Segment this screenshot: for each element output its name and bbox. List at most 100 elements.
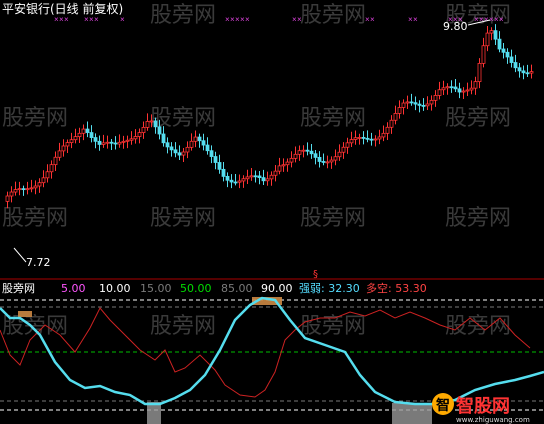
candle bbox=[353, 137, 358, 140]
candle bbox=[389, 119, 394, 128]
candle bbox=[465, 89, 470, 92]
candle bbox=[177, 152, 182, 156]
candle bbox=[321, 161, 326, 163]
candle bbox=[525, 72, 530, 75]
candle bbox=[365, 137, 370, 140]
candle bbox=[21, 188, 26, 191]
candle bbox=[473, 81, 478, 89]
candle bbox=[197, 136, 202, 142]
level-label: 15.00 bbox=[140, 282, 172, 295]
candle bbox=[357, 137, 362, 139]
candle bbox=[89, 132, 94, 138]
candle bbox=[413, 102, 418, 105]
candle bbox=[73, 136, 78, 141]
candle bbox=[33, 185, 38, 189]
candle bbox=[109, 141, 114, 144]
candle bbox=[9, 191, 14, 197]
signal-marker: × bbox=[94, 15, 99, 24]
candle bbox=[397, 107, 402, 114]
candle bbox=[81, 128, 86, 134]
candle bbox=[501, 48, 506, 53]
candle bbox=[325, 161, 330, 164]
candle bbox=[41, 177, 46, 184]
site-logo: 智 智股网 www.zhiguwang.com bbox=[432, 393, 530, 424]
candle bbox=[65, 142, 70, 147]
candle bbox=[185, 146, 190, 153]
candle bbox=[421, 104, 426, 107]
candle bbox=[277, 165, 282, 172]
signal-marker: × bbox=[120, 15, 125, 24]
svg-text:智股网: 智股网 bbox=[456, 395, 510, 417]
level-label: 50.00 bbox=[180, 282, 212, 295]
candle bbox=[317, 156, 322, 162]
level-label: 5.00 bbox=[61, 282, 86, 295]
candle bbox=[117, 141, 122, 145]
candle bbox=[257, 175, 262, 179]
candle bbox=[297, 150, 302, 155]
candle bbox=[137, 132, 142, 137]
candle bbox=[369, 138, 374, 141]
level-label: 10.00 bbox=[99, 282, 131, 295]
signal-marker: × bbox=[370, 15, 375, 24]
candle bbox=[301, 149, 306, 152]
candle bbox=[509, 56, 514, 63]
candle bbox=[189, 140, 194, 148]
candle bbox=[45, 171, 50, 179]
candle bbox=[377, 136, 382, 140]
level-label: 85.00 bbox=[221, 282, 253, 295]
candle bbox=[97, 140, 102, 145]
watermark: 股旁网 bbox=[150, 206, 216, 231]
candle bbox=[237, 180, 242, 183]
candle bbox=[485, 32, 490, 47]
level-label: 90.00 bbox=[261, 282, 293, 295]
candle bbox=[149, 120, 154, 123]
signal-marker: × bbox=[297, 15, 302, 24]
signal-marker: × bbox=[64, 15, 69, 24]
chart-title: 平安银行(日线 前复权) bbox=[2, 1, 123, 16]
candle bbox=[221, 168, 226, 177]
strength-value: 强弱: 32.30 bbox=[299, 282, 360, 295]
candle bbox=[281, 164, 286, 167]
candle bbox=[129, 138, 134, 141]
candle bbox=[417, 103, 422, 106]
high-label: 9.80 bbox=[443, 20, 468, 33]
stock-chart[interactable]: 股旁网 股旁网 股旁网 股旁网 股旁网 股旁网 股旁网 股旁网 股旁网 股旁网 … bbox=[0, 0, 544, 424]
watermark: 股旁网 bbox=[300, 206, 366, 231]
oversold-zone bbox=[392, 403, 432, 424]
candle bbox=[341, 146, 346, 153]
candle bbox=[201, 140, 206, 146]
divider-marker-icon: § bbox=[313, 269, 318, 280]
candle bbox=[349, 139, 354, 144]
watermark: 股旁网 bbox=[300, 106, 366, 131]
candle bbox=[461, 90, 466, 93]
candle bbox=[309, 150, 314, 155]
candle bbox=[405, 101, 410, 104]
watermark: 股旁网 bbox=[2, 206, 68, 231]
indicator-name: 股旁网 bbox=[2, 281, 35, 295]
indicator-legend: 股旁网 5.00 10.00 15.00 50.00 85.00 90.00 强… bbox=[2, 281, 427, 295]
candle bbox=[305, 149, 310, 152]
longshort-value: 多空: 53.30 bbox=[366, 281, 427, 295]
watermark: 股旁网 bbox=[445, 314, 511, 339]
low-pointer bbox=[13, 247, 27, 263]
candle bbox=[433, 95, 438, 101]
candle bbox=[329, 159, 334, 163]
candle bbox=[337, 151, 342, 158]
candle bbox=[85, 128, 90, 133]
candle bbox=[193, 136, 198, 142]
candle bbox=[401, 102, 406, 108]
candle bbox=[145, 121, 150, 128]
candle bbox=[141, 126, 146, 134]
candle bbox=[5, 195, 10, 202]
candle bbox=[25, 188, 30, 191]
oversold-zone bbox=[147, 402, 161, 424]
svg-text:智: 智 bbox=[435, 397, 450, 414]
candle bbox=[481, 45, 486, 64]
candle bbox=[17, 188, 22, 191]
candle bbox=[285, 161, 290, 166]
candle bbox=[449, 86, 454, 89]
signal-marker: × bbox=[245, 15, 250, 24]
candle bbox=[249, 175, 254, 178]
candle bbox=[265, 178, 270, 182]
candle bbox=[393, 113, 398, 121]
